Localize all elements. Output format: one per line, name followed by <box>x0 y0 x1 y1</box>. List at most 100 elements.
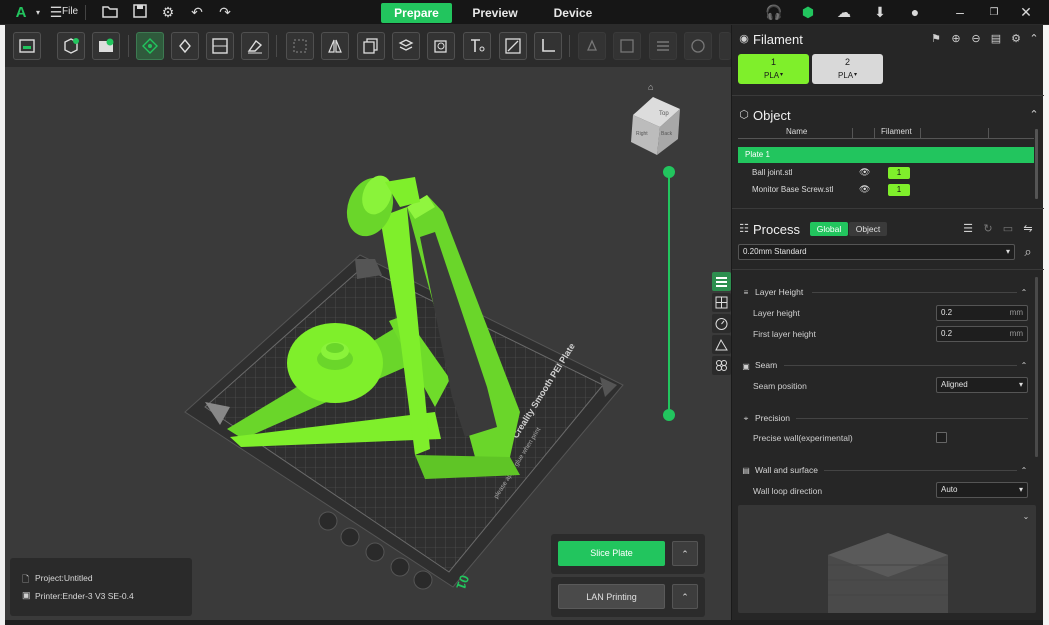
tab-preview[interactable]: Preview <box>462 3 528 23</box>
scale-icon[interactable] <box>286 32 314 60</box>
printer-label: Printer:Ender-3 V3 SE-0.4 <box>35 591 134 601</box>
collapse-icon[interactable]: ⌃ <box>1028 33 1040 45</box>
grid-side-tab[interactable] <box>712 293 731 312</box>
filament-badge[interactable]: 1 <box>888 167 910 179</box>
seam-paint-icon[interactable] <box>499 32 527 60</box>
table-row[interactable]: Ball joint.stl 👁 1 <box>738 165 1034 181</box>
slider-bottom-handle[interactable] <box>663 409 675 421</box>
cut-icon[interactable] <box>427 32 455 60</box>
layers-icon[interactable] <box>649 32 677 60</box>
lan-printing-button[interactable]: LAN Printing <box>558 584 665 609</box>
home-icon[interactable]: ⌂ <box>648 82 653 92</box>
crosshair-icon: ⌖ <box>743 414 749 423</box>
sliders-icon: ☷ <box>739 223 749 235</box>
col-divider <box>852 128 853 138</box>
collapse-icon[interactable]: ⌃ <box>1018 465 1030 477</box>
filament-slot-2[interactable]: 2 PLA ▾ <box>812 54 883 84</box>
table-row[interactable]: Monitor Base Screw.stl 👁 1 <box>738 182 1034 198</box>
app-logo-icon[interactable]: A <box>12 4 30 21</box>
orient-icon[interactable] <box>171 32 199 60</box>
filament-badge[interactable]: 1 <box>888 184 910 196</box>
cloud-upload-icon[interactable]: ☁ <box>835 4 853 21</box>
plate-row[interactable]: Plate 1 <box>738 147 1034 163</box>
first-layer-height-input[interactable]: 0.2 mm <box>936 326 1028 342</box>
headset-icon[interactable]: 🎧 <box>765 4 783 21</box>
compare-icon[interactable]: ⇋ <box>1022 223 1034 235</box>
add-plate-icon[interactable] <box>13 32 41 60</box>
eye-icon[interactable]: 👁 <box>859 167 870 178</box>
open-folder-icon[interactable] <box>101 4 119 21</box>
measure-icon[interactable] <box>534 32 562 60</box>
file-menu[interactable]: File <box>62 6 78 17</box>
plate-label: Plate 1 <box>745 150 770 159</box>
mirror-icon[interactable] <box>321 32 349 60</box>
objects-side-tab[interactable] <box>712 272 731 291</box>
process-preset-select[interactable]: 0.20mm Standard ▾ <box>738 244 1015 260</box>
add-object-icon[interactable] <box>57 32 85 60</box>
slice-options-chevron-icon[interactable]: ⌃ <box>672 541 698 566</box>
seam-position-select[interactable]: Aligned ▾ <box>936 377 1028 393</box>
filament-slot-1[interactable]: 1 PLA ▾ <box>738 54 809 84</box>
search-icon[interactable]: ⌕ <box>1022 245 1034 258</box>
support-side-tab[interactable] <box>712 335 731 354</box>
tab-device[interactable]: Device <box>541 3 605 23</box>
collapse-icon[interactable]: ⌃ <box>1028 109 1040 121</box>
undo-icon[interactable]: ↶ <box>188 4 206 21</box>
object-tab[interactable]: Object <box>849 222 887 236</box>
scrollbar[interactable] <box>1035 277 1038 457</box>
layer-height-input[interactable]: 0.2 mm <box>936 305 1028 321</box>
support-paint-icon[interactable] <box>392 32 420 60</box>
copy-icon[interactable] <box>357 32 385 60</box>
remove-filament-icon[interactable]: ⊖ <box>970 33 982 45</box>
speed-side-tab[interactable] <box>712 314 731 333</box>
collapse-icon[interactable]: ⌃ <box>1018 287 1030 299</box>
shield-icon[interactable]: ⬢ <box>799 4 817 21</box>
save-icon[interactable] <box>131 4 149 21</box>
list-icon[interactable]: ☰ <box>962 223 974 235</box>
layout-icon[interactable] <box>206 32 234 60</box>
divider <box>732 208 1044 209</box>
palette-icon[interactable] <box>684 32 712 60</box>
others-side-tab[interactable] <box>712 356 731 375</box>
edit-filament-icon[interactable]: ▤ <box>990 33 1002 45</box>
gear-icon[interactable]: ⚙ <box>159 4 177 21</box>
save-preset-icon[interactable]: ▭ <box>1002 223 1014 235</box>
eraser-icon[interactable] <box>241 32 269 60</box>
divider <box>732 269 1044 270</box>
separator <box>85 5 86 20</box>
filament-title: Filament <box>753 32 803 47</box>
precise-wall-checkbox[interactable] <box>936 432 947 443</box>
chevron-down-icon[interactable]: ▾ <box>29 4 47 21</box>
emboss-icon[interactable] <box>578 32 606 60</box>
wall-loop-direction-select[interactable]: Auto ▾ <box>936 482 1028 498</box>
slider-top-handle[interactable] <box>663 166 675 178</box>
slice-plate-button[interactable]: Slice Plate <box>558 541 665 566</box>
separator <box>276 35 277 57</box>
arrange-icon[interactable] <box>136 32 164 60</box>
eye-icon[interactable]: 👁 <box>859 184 870 195</box>
plate-thumbnail: ⌄ <box>738 505 1036 613</box>
add-filament-icon[interactable]: ⊕ <box>950 33 962 45</box>
minimize-icon[interactable]: – <box>951 4 969 21</box>
restore-icon[interactable]: ❐ <box>985 4 1003 21</box>
assembly-icon[interactable] <box>613 32 641 60</box>
scrollbar[interactable] <box>1035 129 1038 199</box>
download-icon[interactable]: ⬇ <box>871 4 889 21</box>
more-tools[interactable] <box>719 32 731 60</box>
user-icon[interactable]: ● <box>906 4 924 21</box>
global-tab[interactable]: Global <box>810 222 848 236</box>
add-plate-green-icon[interactable] <box>92 32 120 60</box>
filament-settings-icon[interactable]: ⚑ <box>930 33 942 45</box>
print-options-chevron-icon[interactable]: ⌃ <box>672 584 698 609</box>
collapse-icon[interactable]: ⌃ <box>1018 360 1030 372</box>
cube-top-label: Top <box>659 111 669 117</box>
tab-prepare[interactable]: Prepare <box>381 3 452 23</box>
separator <box>128 35 129 57</box>
close-icon[interactable]: ✕ <box>1017 4 1035 21</box>
text-tool-icon[interactable] <box>463 32 491 60</box>
reset-icon[interactable]: ↻ <box>982 223 994 235</box>
gear-icon[interactable]: ⚙ <box>1010 33 1022 45</box>
nav-cube[interactable] <box>631 97 680 155</box>
redo-icon[interactable]: ↷ <box>216 4 234 21</box>
3d-viewport[interactable]: Creality Smooth PEI Plate please apply g… <box>5 67 731 620</box>
